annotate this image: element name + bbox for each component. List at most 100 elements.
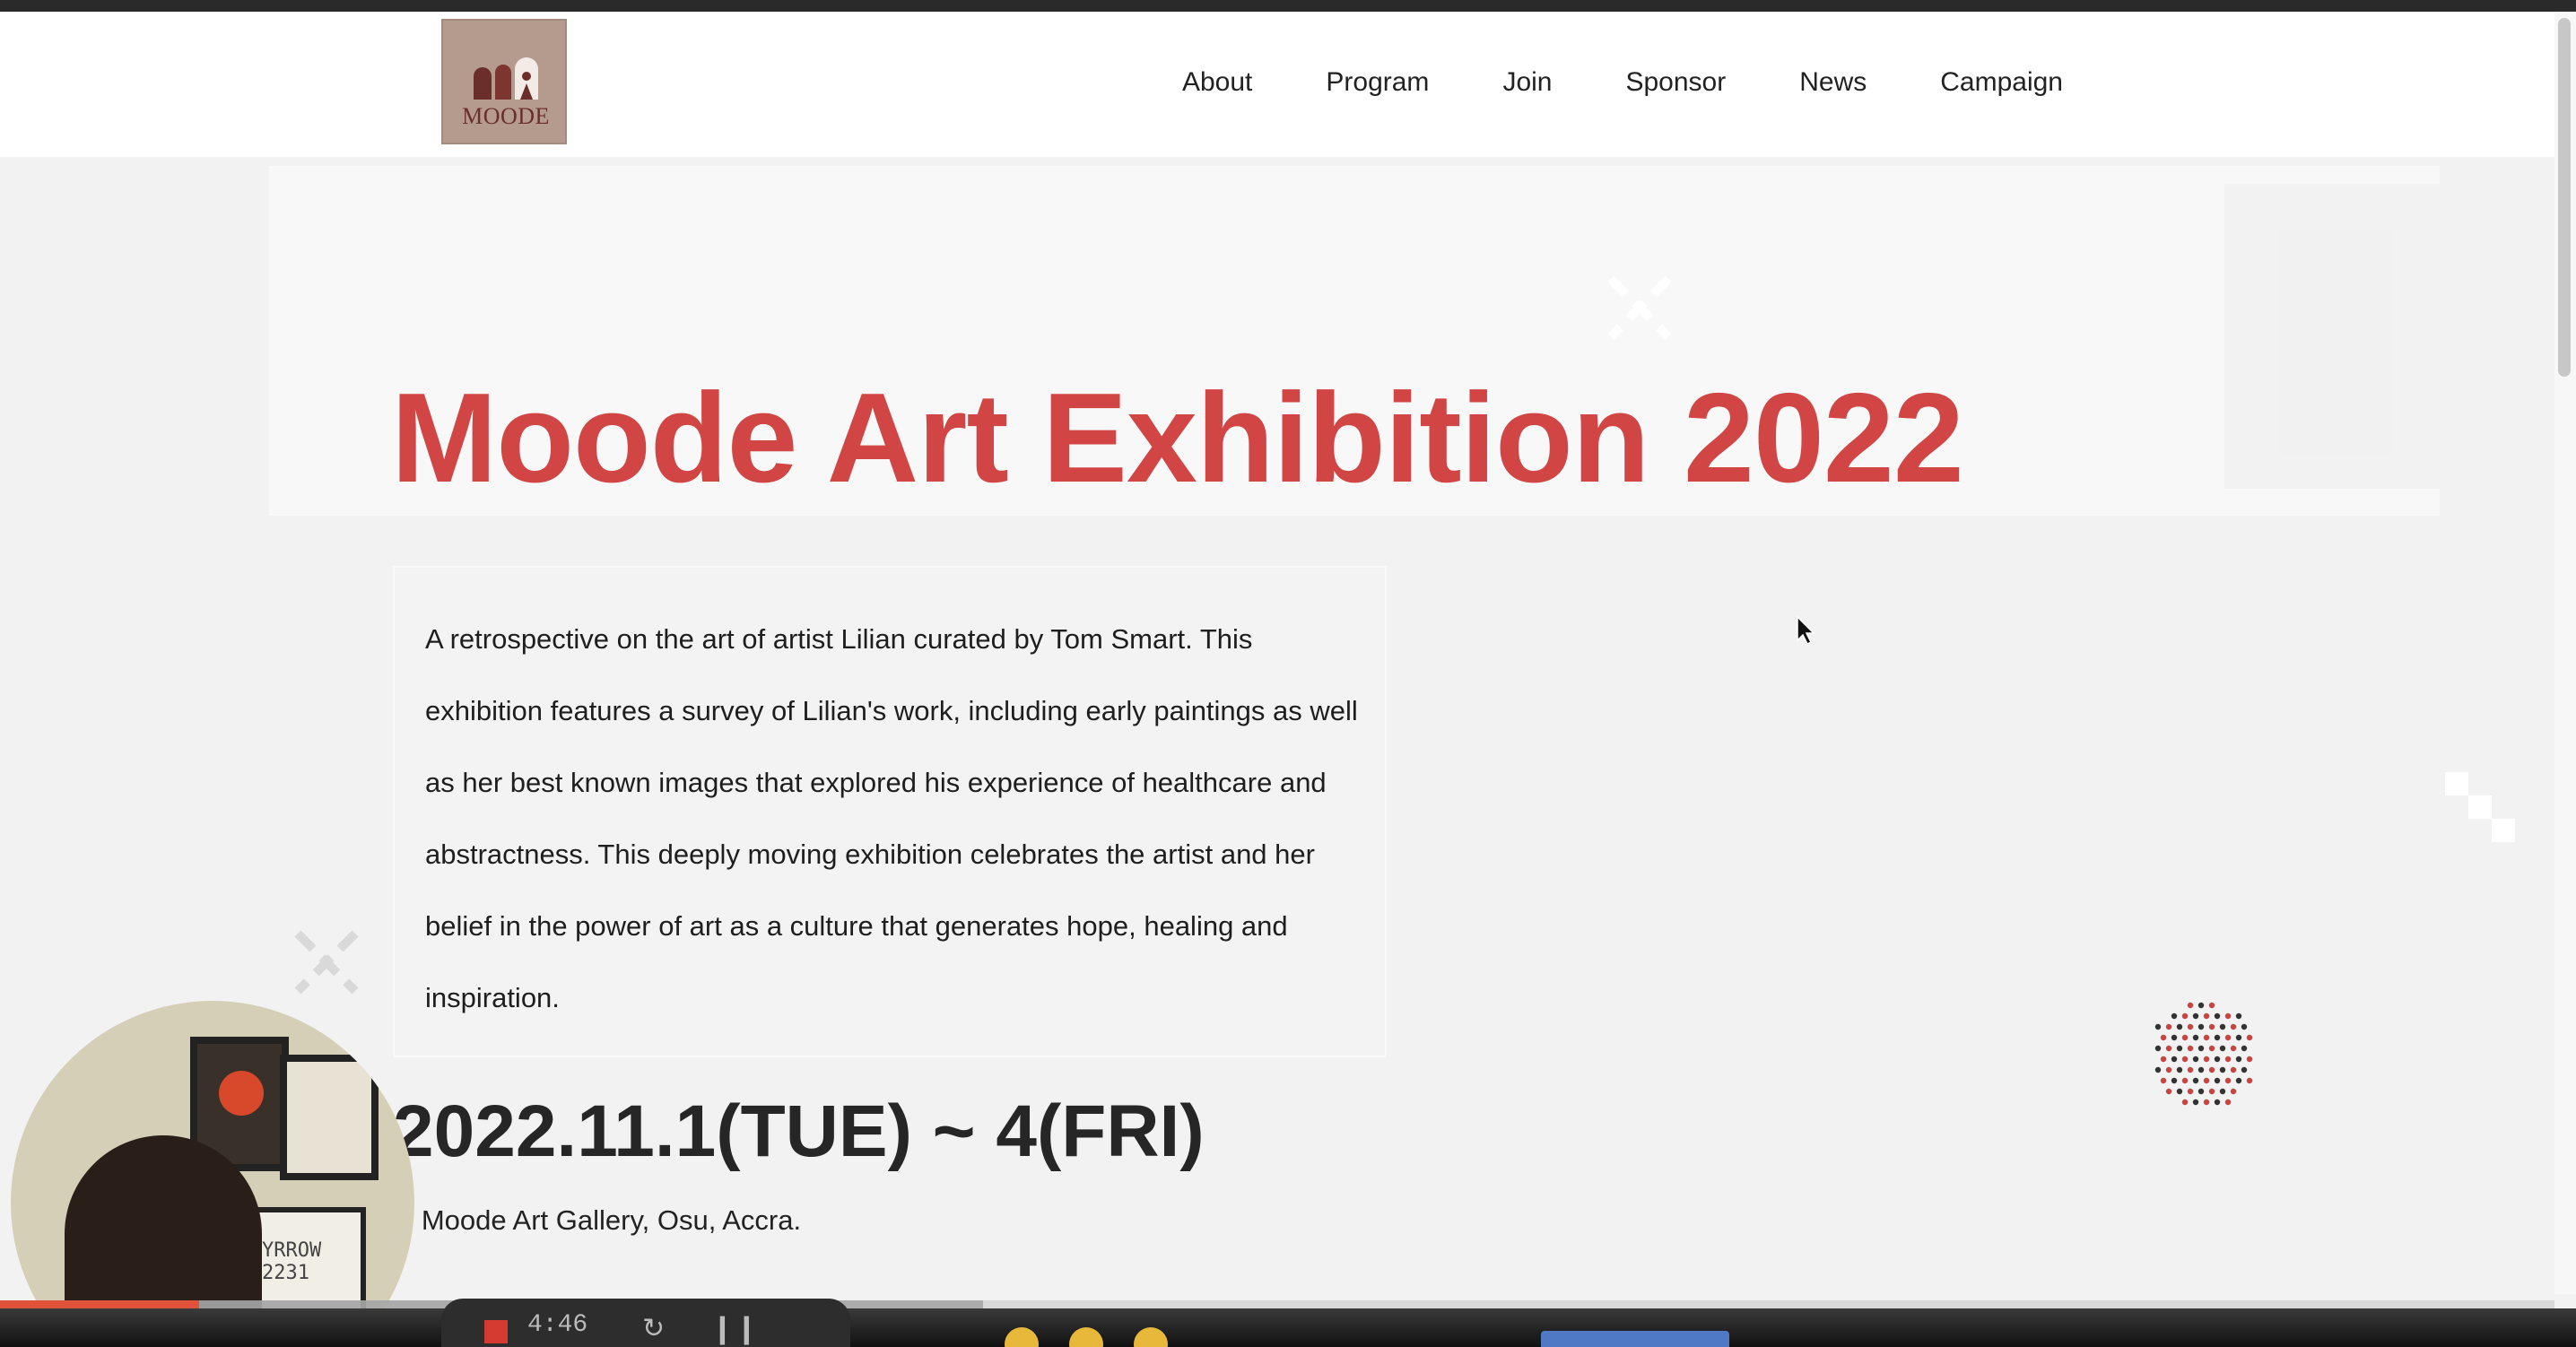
- pattern-dot: [2192, 1077, 2199, 1084]
- taskbar-app-icon[interactable]: [1005, 1327, 1039, 1347]
- page: MOODE About Program Join Sponsor News Ca…: [0, 0, 2576, 1347]
- pattern-dot: [2165, 1066, 2172, 1073]
- pattern-dot: [2176, 1023, 2183, 1030]
- pattern-dot: [2214, 1099, 2221, 1106]
- exhibition-dates: 2022.11.1(TUE) ~ 4(FRI): [393, 1091, 1205, 1172]
- pattern-dot: [2197, 1002, 2205, 1009]
- pattern-dot: [2154, 1045, 2162, 1052]
- pattern-dot: [2230, 1045, 2237, 1052]
- pattern-dot: [2241, 1023, 2248, 1030]
- pattern-dot: [2219, 1088, 2226, 1095]
- pattern-dot: [2154, 1023, 2162, 1030]
- nav-news[interactable]: News: [1799, 67, 1867, 98]
- nav-program[interactable]: Program: [1326, 67, 1429, 98]
- pattern-dot: [2219, 1045, 2226, 1052]
- description-box: A retrospective on the art of artist Lil…: [393, 566, 1387, 1057]
- pattern-dot: [2197, 1088, 2205, 1095]
- pattern-dot: [2192, 1099, 2199, 1106]
- record-restart-icon[interactable]: ↻: [642, 1313, 665, 1344]
- pattern-dot: [2171, 1056, 2178, 1063]
- pattern-dot: [2203, 1012, 2210, 1020]
- logo-text: MOODE: [462, 103, 550, 129]
- taskbar-active-window[interactable]: [1541, 1331, 1729, 1347]
- nav-about[interactable]: About: [1182, 67, 1252, 98]
- mouse-cursor-icon: [1797, 615, 1815, 646]
- pattern-dot: [2224, 1099, 2232, 1106]
- pattern-dot: [2208, 1002, 2215, 1009]
- pattern-dot: [2192, 1034, 2199, 1041]
- pattern-dot: [2208, 1023, 2215, 1030]
- nav-campaign[interactable]: Campaign: [1940, 67, 2063, 98]
- pattern-dot: [2187, 1045, 2194, 1052]
- pattern-dot: [2160, 1034, 2167, 1041]
- pattern-dot: [2187, 1088, 2194, 1095]
- site-logo[interactable]: MOODE: [441, 19, 567, 144]
- record-elapsed-time: 4:46: [527, 1311, 588, 1339]
- record-stop-icon[interactable]: [484, 1320, 508, 1343]
- screen-recorder-bar: 4:46 ↻ ❙❙: [441, 1299, 850, 1347]
- pattern-dot: [2246, 1034, 2253, 1041]
- pattern-dot: [2230, 1023, 2237, 1030]
- dot-pattern-decoration-icon: [2154, 1002, 2253, 1106]
- pattern-dot: [2176, 1088, 2183, 1095]
- exhibition-venue: e Moode Art Gallery, Osu, Accra.: [398, 1204, 802, 1236]
- pattern-dot: [2154, 1066, 2162, 1073]
- poster-text-2: 2231: [262, 1262, 309, 1284]
- pattern-dot: [2246, 1056, 2253, 1063]
- pattern-dot: [2197, 1023, 2205, 1030]
- exhibition-description: A retrospective on the art of artist Lil…: [425, 623, 1358, 1013]
- scrollbar-thumb[interactable]: [2558, 18, 2571, 377]
- pattern-dot: [2224, 1056, 2232, 1063]
- pattern-dot: [2241, 1045, 2248, 1052]
- pattern-dot: [2208, 1045, 2215, 1052]
- pattern-dot: [2187, 1066, 2194, 1073]
- browser-top-strip: [0, 0, 2576, 12]
- pattern-dot: [2230, 1088, 2237, 1095]
- pattern-dot: [2208, 1088, 2215, 1095]
- pattern-dot: [2181, 1077, 2189, 1084]
- pattern-dot: [2241, 1066, 2248, 1073]
- pattern-dot: [2219, 1066, 2226, 1073]
- pattern-dot: [2214, 1034, 2221, 1041]
- x-mark-decoration-icon: [1607, 275, 1672, 340]
- taskbar-app-icon[interactable]: [1134, 1327, 1168, 1347]
- taskbar-icons: [1005, 1327, 1168, 1347]
- pattern-dot: [2165, 1045, 2172, 1052]
- site-header: MOODE About Program Join Sponsor News Ca…: [0, 12, 2576, 157]
- pattern-dot: [2171, 1034, 2178, 1041]
- pattern-dot: [2181, 1034, 2189, 1041]
- pattern-dot: [2230, 1066, 2237, 1073]
- pattern-dot: [2246, 1077, 2253, 1084]
- pattern-dot: [2224, 1077, 2232, 1084]
- pattern-dot: [2197, 1066, 2205, 1073]
- nav-sponsor[interactable]: Sponsor: [1625, 67, 1726, 98]
- background-panel-right: [2224, 184, 2440, 489]
- checker-decoration-icon: [2445, 772, 2515, 842]
- pattern-dot: [2224, 1034, 2232, 1041]
- taskbar-app-icon[interactable]: [1069, 1327, 1103, 1347]
- pattern-dot: [2214, 1012, 2221, 1020]
- pattern-dot: [2235, 1056, 2242, 1063]
- nav-join[interactable]: Join: [1502, 67, 1552, 98]
- video-progress-fill[interactable]: [0, 1300, 200, 1308]
- record-pause-icon[interactable]: ❙❙: [710, 1311, 759, 1345]
- wall-frame-right: [280, 1055, 379, 1180]
- video-control-bar: [0, 1308, 2576, 1347]
- pattern-dot: [2203, 1056, 2210, 1063]
- pattern-dot: [2203, 1077, 2210, 1084]
- pattern-dot: [2235, 1034, 2242, 1041]
- logo-arch-icon: [474, 57, 538, 100]
- pattern-dot: [2235, 1077, 2242, 1084]
- pattern-dot: [2192, 1056, 2199, 1063]
- pattern-dot: [2214, 1077, 2221, 1084]
- poster-text-1: YRROW: [262, 1239, 322, 1262]
- pattern-dot: [2197, 1045, 2205, 1052]
- pattern-dot: [2165, 1023, 2172, 1030]
- pattern-dot: [2165, 1088, 2172, 1095]
- pattern-dot: [2187, 1002, 2194, 1009]
- frame-art: [219, 1071, 264, 1116]
- pattern-dot: [2203, 1034, 2210, 1041]
- pattern-dot: [2235, 1012, 2242, 1020]
- pattern-dot: [2176, 1066, 2183, 1073]
- pattern-dot: [2181, 1056, 2189, 1063]
